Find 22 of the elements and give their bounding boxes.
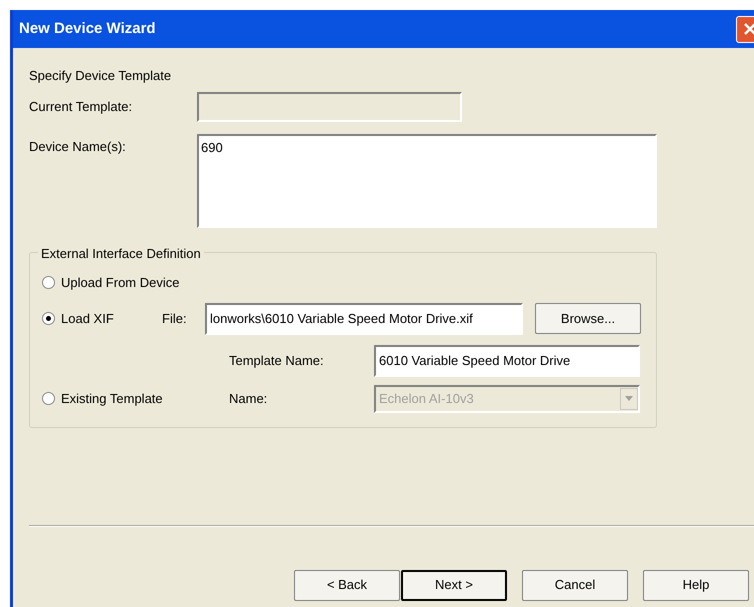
window-title: New Device Wizard [19, 18, 156, 39]
radio-label: Load XIF [61, 310, 114, 328]
radio-button[interactable] [42, 312, 55, 325]
browse-button[interactable]: Browse... [535, 303, 641, 334]
template-name-field[interactable]: 6010 Variable Speed Motor Drive [374, 344, 640, 376]
field-label: Device Name(s): [29, 138, 127, 156]
dialog-button[interactable]: Help [643, 570, 749, 600]
section-heading: Specify Device Template [29, 67, 172, 85]
field-label: Name: [229, 390, 268, 408]
radio-label: Upload From Device [61, 274, 180, 292]
field-label: Template Name: [229, 352, 325, 370]
device-names-field[interactable]: 690 [197, 134, 657, 228]
file-field[interactable]: lonworks\6010 Variable Speed Motor Drive.xif [205, 302, 523, 334]
close-icon [743, 22, 754, 36]
field-label: Current Template: [29, 98, 134, 116]
radio-label: Existing Template [61, 390, 163, 408]
radio-button[interactable] [42, 392, 55, 405]
dialog-button[interactable]: Cancel [522, 570, 628, 600]
dialog-button[interactable]: Next > [401, 570, 507, 600]
field-label: File: [162, 310, 188, 328]
radio-button[interactable] [42, 276, 55, 289]
dialog-button[interactable]: < Back [294, 570, 400, 600]
